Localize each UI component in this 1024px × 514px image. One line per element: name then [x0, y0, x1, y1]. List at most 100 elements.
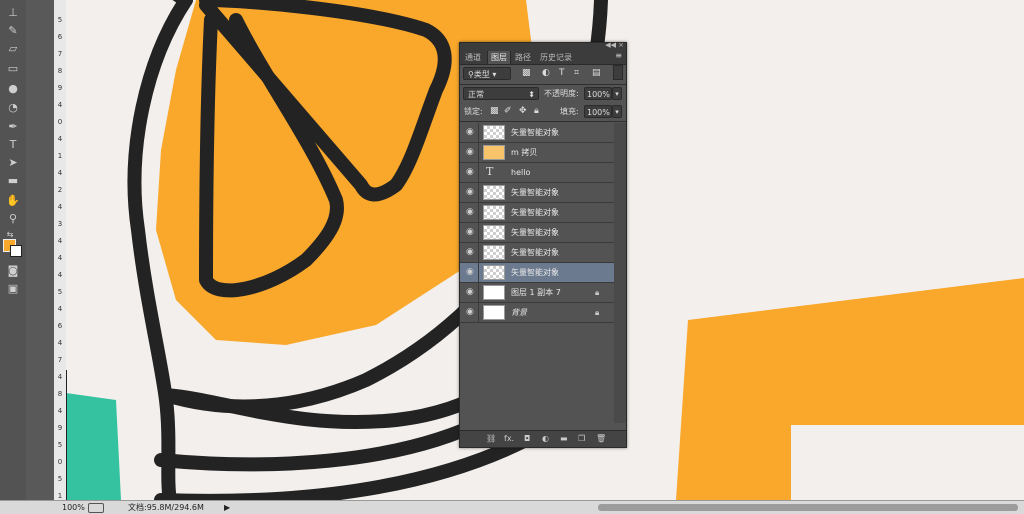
visibility-eye-icon[interactable]: ◉ — [466, 188, 475, 197]
status-menu-arrow[interactable]: ▶ — [224, 501, 230, 514]
mask-icon[interactable]: ◘ — [524, 433, 530, 445]
layer-row[interactable]: ◉ T hello — [460, 163, 614, 183]
filter-adjustment-icon[interactable]: ◐ — [542, 67, 550, 80]
layer-name[interactable]: 矢量智能对象 — [511, 183, 559, 203]
filter-smart-object-icon[interactable]: ▤ — [592, 67, 601, 80]
ruler-mark: 4 — [57, 339, 63, 347]
filter-shape-icon[interactable]: ⌗ — [574, 67, 579, 80]
ruler-mark: 4 — [57, 407, 63, 415]
blur-icon[interactable]: ● — [5, 80, 21, 96]
tab-paths[interactable]: 路径 — [512, 51, 534, 64]
layer-row[interactable]: ◉ 图层 1 副本 7 🔒︎ — [460, 283, 614, 303]
rectangle-shape-icon[interactable]: ▬ — [5, 172, 21, 188]
layer-row[interactable]: ◉ 背景 🔒︎ — [460, 303, 614, 323]
lock-position-icon[interactable]: ✥ — [519, 105, 527, 118]
filter-kind-select[interactable]: ⚲类型 ▾ — [463, 67, 511, 80]
visibility-eye-icon[interactable]: ◉ — [466, 308, 475, 317]
layer-name[interactable]: 矢量智能对象 — [511, 203, 559, 223]
type-tool-icon[interactable]: T — [5, 136, 21, 152]
layer-thumbnail — [483, 125, 505, 140]
filter-toggle[interactable] — [613, 65, 623, 80]
ruler-mark: 5 — [57, 288, 63, 296]
layer-name[interactable]: 矢量智能对象 — [511, 123, 559, 143]
layer-name[interactable]: 矢量智能对象 — [511, 243, 559, 263]
screen-mode-icon[interactable]: ▣ — [5, 280, 21, 296]
teal-shape — [66, 393, 121, 500]
ruler-mark: 6 — [57, 33, 63, 41]
tab-channels[interactable]: 通道 — [462, 51, 484, 64]
layer-name[interactable]: 矢量智能对象 — [511, 263, 559, 283]
history-brush-icon[interactable]: ✎ — [5, 22, 21, 38]
layer-thumbnail — [483, 285, 505, 300]
dodge-icon[interactable]: ◔ — [5, 99, 21, 115]
fx-icon[interactable]: fx. — [504, 433, 514, 445]
zoom-level[interactable]: 100% — [62, 501, 85, 514]
zoom-tool-icon[interactable]: ⚲ — [5, 210, 21, 226]
lock-all-icon[interactable]: 🔒︎ — [534, 105, 539, 118]
opacity-label: 不透明度: — [544, 89, 579, 98]
tab-history[interactable]: 历史记录 — [537, 51, 575, 64]
layer-row[interactable]: ◉ 矢量智能对象 — [460, 223, 614, 243]
status-bar: 100% 文档:95.8M/294.6M ▶ — [0, 500, 1024, 514]
layer-row[interactable]: ◉ m 拷贝 — [460, 143, 614, 163]
trash-icon[interactable]: 🗑︎ — [596, 433, 606, 445]
new-layer-icon[interactable]: ❐ — [578, 433, 585, 445]
vertical-ruler: 5 6 7 8 9 4 0 4 1 4 2 4 3 4 4 4 5 4 6 4 7 4 8 4 9 5 0 5 1 — [26, 0, 67, 500]
layer-row[interactable]: ◉ 矢量智能对象 — [460, 183, 614, 203]
link-icon[interactable]: ⛓ — [486, 433, 496, 445]
layer-row[interactable]: ◉ 矢量智能对象 — [460, 203, 614, 223]
visibility-eye-icon[interactable]: ◉ — [466, 168, 475, 177]
tab-layers[interactable]: 图层 — [487, 51, 511, 64]
layer-name[interactable]: hello — [511, 163, 530, 183]
layers-scrollbar[interactable] — [614, 123, 626, 423]
path-select-icon[interactable]: ➤ — [5, 154, 21, 170]
layer-name[interactable]: 矢量智能对象 — [511, 223, 559, 243]
horizontal-scrollbar[interactable] — [598, 504, 1018, 511]
layer-row[interactable]: ◉ 矢量智能对象 — [460, 123, 614, 143]
blend-mode-select[interactable]: 正常 ⬍ — [463, 87, 539, 100]
layer-name[interactable]: 图层 1 副本 7 — [511, 283, 561, 303]
layer-name[interactable]: m 拷贝 — [511, 143, 537, 163]
visibility-eye-icon[interactable]: ◉ — [466, 268, 475, 277]
background-color-swatch[interactable] — [10, 245, 22, 257]
panel-tabs: 通道 图层 路径 历史记录 ≡ — [460, 51, 626, 65]
ruler-mark: 3 — [57, 220, 63, 228]
layer-name[interactable]: 背景 — [511, 303, 527, 323]
ruler-mark: 4 — [57, 203, 63, 211]
fill-dropdown-icon[interactable]: ▾ — [612, 105, 622, 118]
hand-icon[interactable]: ✋ — [5, 192, 21, 208]
ruler-mark: 7 — [57, 356, 63, 364]
visibility-eye-icon[interactable]: ◉ — [466, 288, 475, 297]
layer-row-selected[interactable]: ◉ 矢量智能对象 — [460, 263, 614, 283]
layer-row[interactable]: ◉ 矢量智能对象 — [460, 243, 614, 263]
quick-mask-icon[interactable]: ◙ — [5, 262, 21, 278]
gradient-icon[interactable]: ▭ — [5, 60, 21, 76]
zoom-box-icon[interactable] — [88, 503, 104, 513]
ruler-mark: 5 — [57, 475, 63, 483]
lock-transparent-icon[interactable]: ▩ — [490, 105, 499, 118]
filter-type-icon[interactable]: T — [559, 67, 565, 80]
eraser-icon[interactable]: ▱ — [5, 40, 21, 56]
panel-menu-icon[interactable]: ≡ — [615, 51, 622, 60]
layer-thumbnail — [483, 225, 505, 240]
layer-thumbnail — [483, 305, 505, 320]
lock-brush-icon[interactable]: ✐ — [504, 105, 512, 118]
visibility-eye-icon[interactable]: ◉ — [466, 248, 475, 257]
visibility-eye-icon[interactable]: ◉ — [466, 228, 475, 237]
close-icon[interactable]: × — [618, 41, 624, 49]
opacity-input[interactable]: 100% — [584, 87, 612, 100]
collapse-icon[interactable]: ◀◀ — [605, 41, 616, 49]
opacity-dropdown-icon[interactable]: ▾ — [612, 87, 622, 100]
fill-input[interactable]: 100% — [584, 105, 612, 118]
visibility-eye-icon[interactable]: ◉ — [466, 148, 475, 157]
group-folder-icon[interactable]: ▬ — [560, 433, 568, 445]
ruler-mark: 8 — [57, 390, 63, 398]
filter-pixel-icon[interactable]: ▩ — [522, 67, 531, 80]
pen-icon[interactable]: ✒ — [5, 118, 21, 134]
adjustment-icon[interactable]: ◐ — [542, 433, 549, 445]
visibility-eye-icon[interactable]: ◉ — [466, 208, 475, 217]
stamp-icon[interactable]: ⊥ — [5, 4, 21, 20]
ruler-mark: 0 — [57, 118, 63, 126]
lock-icon: 🔒︎ — [595, 288, 600, 297]
visibility-eye-icon[interactable]: ◉ — [466, 128, 475, 137]
